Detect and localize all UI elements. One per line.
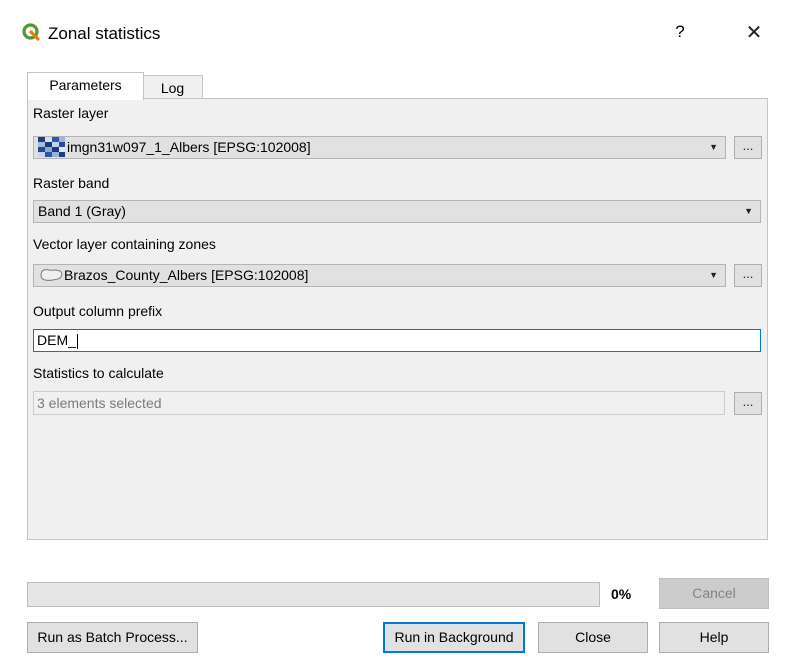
vector-layer-select[interactable]: Brazos_County_Albers [EPSG:102008] ▼ [33,264,726,287]
output-prefix-value: DEM_ [37,332,76,348]
close-button[interactable]: Close [538,622,648,653]
help-button[interactable]: Help [659,622,769,653]
run-batch-button[interactable]: Run as Batch Process... [27,622,198,653]
raster-layer-browse-button[interactable]: ... [734,136,762,159]
tab-log[interactable]: Log [142,75,203,100]
raster-layer-icon [38,137,65,158]
output-prefix-input[interactable]: DEM_ [33,329,761,352]
raster-layer-value: imgn31w097_1_Albers [EPSG:102008] [67,139,311,155]
raster-band-value: Band 1 (Gray) [38,203,126,219]
statistics-label: Statistics to calculate [33,365,164,381]
run-background-button[interactable]: Run in Background [383,622,525,653]
vector-layer-value: Brazos_County_Albers [EPSG:102008] [64,267,309,283]
output-prefix-label: Output column prefix [33,303,163,319]
tab-parameters[interactable]: Parameters [27,72,144,100]
cancel-button[interactable]: Cancel [659,578,769,609]
chevron-down-icon: ▼ [709,270,718,280]
statistics-field: 3 elements selected [33,391,725,415]
chevron-down-icon: ▼ [709,142,718,152]
raster-layer-select[interactable]: imgn31w097_1_Albers [EPSG:102008] ▼ [33,136,726,159]
window-title: Zonal statistics [48,24,161,43]
text-cursor [76,333,78,349]
raster-layer-label: Raster layer [33,105,109,121]
progress-bar [27,582,600,607]
progress-percent: 0% [611,586,632,602]
polygon-layer-icon [40,269,63,282]
raster-band-select[interactable]: Band 1 (Gray) ▼ [33,200,761,223]
vector-layer-label: Vector layer containing zones [33,236,216,252]
parameters-panel [27,98,768,540]
qgis-logo-icon [22,23,40,41]
help-question-button[interactable]: ? [668,20,692,44]
chevron-down-icon: ▼ [744,206,753,216]
statistics-browse-button[interactable]: ... [734,392,762,415]
vector-layer-browse-button[interactable]: ... [734,264,762,287]
close-window-button[interactable]: ✕ [741,20,767,46]
title-bar: Zonal statistics ? ✕ [0,0,786,50]
raster-band-label: Raster band [33,175,110,191]
